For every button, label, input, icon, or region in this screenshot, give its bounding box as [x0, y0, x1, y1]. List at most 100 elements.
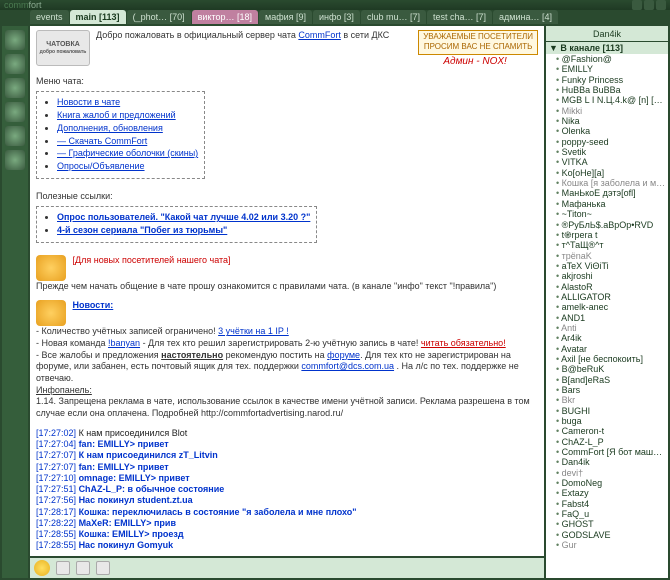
user-item[interactable]: poppy-seed: [546, 137, 668, 147]
tab-6[interactable]: club mu… [7]: [361, 10, 426, 24]
user-item[interactable]: VITKA: [546, 157, 668, 167]
tool-users-icon[interactable]: [5, 54, 25, 74]
tab-7[interactable]: test cha… [7]: [427, 10, 492, 24]
tab-5[interactable]: инфо [3]: [313, 10, 360, 24]
user-item[interactable]: Bkr: [546, 395, 668, 405]
menu-link-4[interactable]: — Графические оболочки (скины): [57, 148, 198, 158]
tool-exit-icon[interactable]: [5, 150, 25, 170]
close-button[interactable]: [656, 0, 666, 10]
tool-message-icon[interactable]: [5, 78, 25, 98]
commfort-link[interactable]: CommFort: [298, 30, 341, 40]
minimize-button[interactable]: [632, 0, 642, 10]
newbie-icon: [36, 255, 66, 281]
user-item[interactable]: Svetik: [546, 147, 668, 157]
user-item[interactable]: HuBBa BuBBa: [546, 85, 668, 95]
app-title-part2: fort: [29, 0, 42, 10]
user-item[interactable]: ®РуБлЬ$.аВрОр•RVD: [546, 220, 668, 230]
user-item[interactable]: CommFort [Я бот машина!]: [546, 447, 668, 457]
tab-1[interactable]: main [113]: [70, 10, 126, 24]
useful-link-1[interactable]: 4-й сезон сериала "Побег из тюрьмы": [57, 225, 227, 235]
user-item[interactable]: ~Titon~: [546, 209, 668, 219]
news2-link[interactable]: читать обязательно!: [421, 338, 506, 348]
menu-link-1[interactable]: Книга жалоб и предложений: [57, 110, 176, 120]
maximize-button[interactable]: [644, 0, 654, 10]
user-item[interactable]: Ko[oHe][a]: [546, 168, 668, 178]
user-item[interactable]: BUGHI: [546, 406, 668, 416]
user-item[interactable]: МанЬкоЕ дэтэ[ofl]: [546, 188, 668, 198]
user-item[interactable]: devi†: [546, 468, 668, 478]
user-item[interactable]: Funky Princess: [546, 75, 668, 85]
user-item[interactable]: amelk-anec: [546, 302, 668, 312]
menu-title: Меню чата:: [36, 76, 538, 88]
tab-4[interactable]: мафия [9]: [259, 10, 312, 24]
news3b: настоятельно: [161, 350, 223, 360]
menu-link-2[interactable]: Дополнения, обновления: [57, 123, 163, 133]
channel-header[interactable]: ▼ В канале [113]: [546, 42, 668, 54]
user-panel: Dan4ik ▼ В канале [113] @Fashion@EMILLYF…: [546, 26, 668, 578]
user-item[interactable]: Mikki: [546, 106, 668, 116]
user-item[interactable]: B@beRuK: [546, 364, 668, 374]
news-title: Новости:: [73, 300, 114, 310]
support-email-link[interactable]: commfort@dcs.com.ua: [301, 361, 394, 371]
tab-3[interactable]: виктор… [18]: [192, 10, 258, 24]
tab-0[interactable]: events: [30, 10, 69, 24]
user-item[interactable]: Кошка [я заболела и мне плохо]: [546, 178, 668, 188]
useful-link-0[interactable]: Опрос пользователей. "Какой чат лучше 4.…: [57, 212, 310, 222]
banyan-link[interactable]: !banyan: [108, 338, 140, 348]
tab-8[interactable]: админа… [4]: [493, 10, 558, 24]
user-item[interactable]: Anti: [546, 323, 668, 333]
user-item[interactable]: AND1: [546, 313, 668, 323]
log-line-3: [17:27:07] fan: EMILLY> привет: [36, 462, 538, 473]
user-item[interactable]: Extazy: [546, 488, 668, 498]
tool-files-icon[interactable]: [5, 102, 25, 122]
user-item[interactable]: Dan4ik: [546, 457, 668, 467]
user-item[interactable]: Nika: [546, 116, 668, 126]
user-item[interactable]: ChAZ-L_P: [546, 437, 668, 447]
user-item[interactable]: Cameron-t: [546, 426, 668, 436]
user-item[interactable]: buga: [546, 416, 668, 426]
tool-home-icon[interactable]: [5, 30, 25, 50]
news1-link[interactable]: 3 учётки на 1 IP !: [218, 326, 289, 336]
user-item[interactable]: трёnaK: [546, 251, 668, 261]
user-item[interactable]: EMILLY: [546, 64, 668, 74]
user-item[interactable]: ALLIGATOR: [546, 292, 668, 302]
menu-link-3[interactable]: — Скачать CommFort: [57, 136, 147, 146]
forum-link[interactable]: форуме: [327, 350, 360, 360]
user-list[interactable]: ▼ В канале [113] @Fashion@EMILLYFunky Pr…: [546, 42, 668, 578]
user-item[interactable]: aTeX ViΘiTi: [546, 261, 668, 271]
user-item[interactable]: Axil [не беспокоить]: [546, 354, 668, 364]
menu-link-0[interactable]: Новости в чате: [57, 97, 120, 107]
rule-text: 1.14. Запрещена реклама в чате, использо…: [36, 396, 538, 419]
user-item[interactable]: Gur: [546, 540, 668, 550]
user-item[interactable]: Fabst4: [546, 499, 668, 509]
user-item[interactable]: GODSLAVE: [546, 530, 668, 540]
tool-settings-icon[interactable]: [5, 126, 25, 146]
useful-title: Полезные ссылки:: [36, 191, 538, 203]
user-item[interactable]: Avatar: [546, 344, 668, 354]
tab-2[interactable]: (_phot… [70]: [127, 10, 191, 24]
input-toolbar: [30, 556, 544, 578]
user-item[interactable]: Olenka: [546, 126, 668, 136]
log-line-2: [17:27:07] К нам присоединился zT_Litvin: [36, 450, 538, 461]
attach-button[interactable]: [96, 561, 110, 575]
user-item[interactable]: @Fashion@: [546, 54, 668, 64]
bold-button[interactable]: [56, 561, 70, 575]
user-item[interactable]: FaQ_u: [546, 509, 668, 519]
chat-content: ЧАТОВКА добро пожаловать Добро пожаловат…: [30, 26, 544, 556]
user-item[interactable]: akjroshi: [546, 271, 668, 281]
user-item[interactable]: т^ТаЩ®^т: [546, 240, 668, 250]
user-item[interactable]: AlastoR: [546, 282, 668, 292]
admin-notice-badge: УВАЖАЕМЫЕ ПОСЕТИТЕЛИ ПРОСИМ ВАС НЕ СПАМИ…: [418, 30, 538, 55]
user-item[interactable]: B[and]eRaS: [546, 375, 668, 385]
user-item[interactable]: MGB L I N.Ц.4.k@ [n] [РіА эПоКа] [п м…: [546, 95, 668, 105]
user-item[interactable]: Мафанька: [546, 199, 668, 209]
user-item[interactable]: Bars: [546, 385, 668, 395]
user-item[interactable]: DomoNeg: [546, 478, 668, 488]
color-button[interactable]: [76, 561, 90, 575]
menu-link-5[interactable]: Опросы/Объявление: [57, 161, 145, 171]
emoji-picker-icon[interactable]: [34, 560, 50, 576]
user-item[interactable]: Ar4ik: [546, 333, 668, 343]
user-item[interactable]: t֎rpera t: [546, 230, 668, 240]
titlebar: commfort: [0, 0, 670, 10]
log-line-8: [17:28:22] MaXeR: EMILLY> прив: [36, 518, 538, 529]
